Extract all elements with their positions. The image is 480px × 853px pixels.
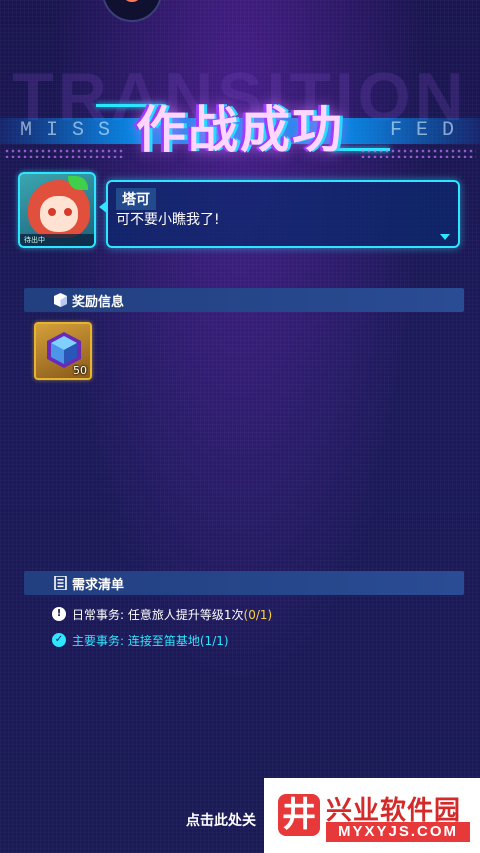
watermark-logo-icon: 井 [278, 794, 320, 836]
dialogue-box[interactable]: 塔可 可不要小瞧我了! [99, 180, 460, 248]
dialogue-text: 可不要小瞧我了! [116, 212, 220, 228]
task-daily-progress: (0/1) [243, 608, 273, 622]
task-daily-label: 日常事务: [72, 608, 125, 622]
reward-item[interactable]: 50 [34, 322, 92, 380]
portrait-tag: 待出中 [20, 234, 94, 246]
task-main-label: 主要事务: [72, 634, 125, 648]
dialogue-next-icon [440, 234, 450, 240]
task-main-text: 连接至笛基地(1/1) [127, 634, 229, 648]
mission-success-title: 作战成功 [136, 101, 344, 159]
task-daily-text: 任意旅人提升等级1次 [127, 608, 244, 622]
reward-box-icon [54, 293, 67, 307]
exclamation-icon: ! [52, 607, 66, 621]
speaker-name: 塔可 [116, 188, 156, 210]
checklist-icon [54, 576, 67, 590]
close-hint-button[interactable]: 点击此处关 [186, 810, 256, 830]
reward-quantity: 50 [73, 364, 87, 377]
watermark: 井 兴业软件园 MYXYJS.COM [264, 778, 480, 853]
rewards-header-label: 奖励信息 [72, 295, 125, 310]
checkmark-icon: ✓ [52, 633, 66, 647]
requirements-header-label: 需求清单 [72, 578, 125, 593]
watermark-domain: MYXYJS.COM [326, 822, 470, 842]
character-portrait: 待出中 [18, 172, 96, 248]
rewards-section-header: 奖励信息 [24, 288, 464, 312]
requirements-section-header: 需求清单 [24, 571, 464, 595]
